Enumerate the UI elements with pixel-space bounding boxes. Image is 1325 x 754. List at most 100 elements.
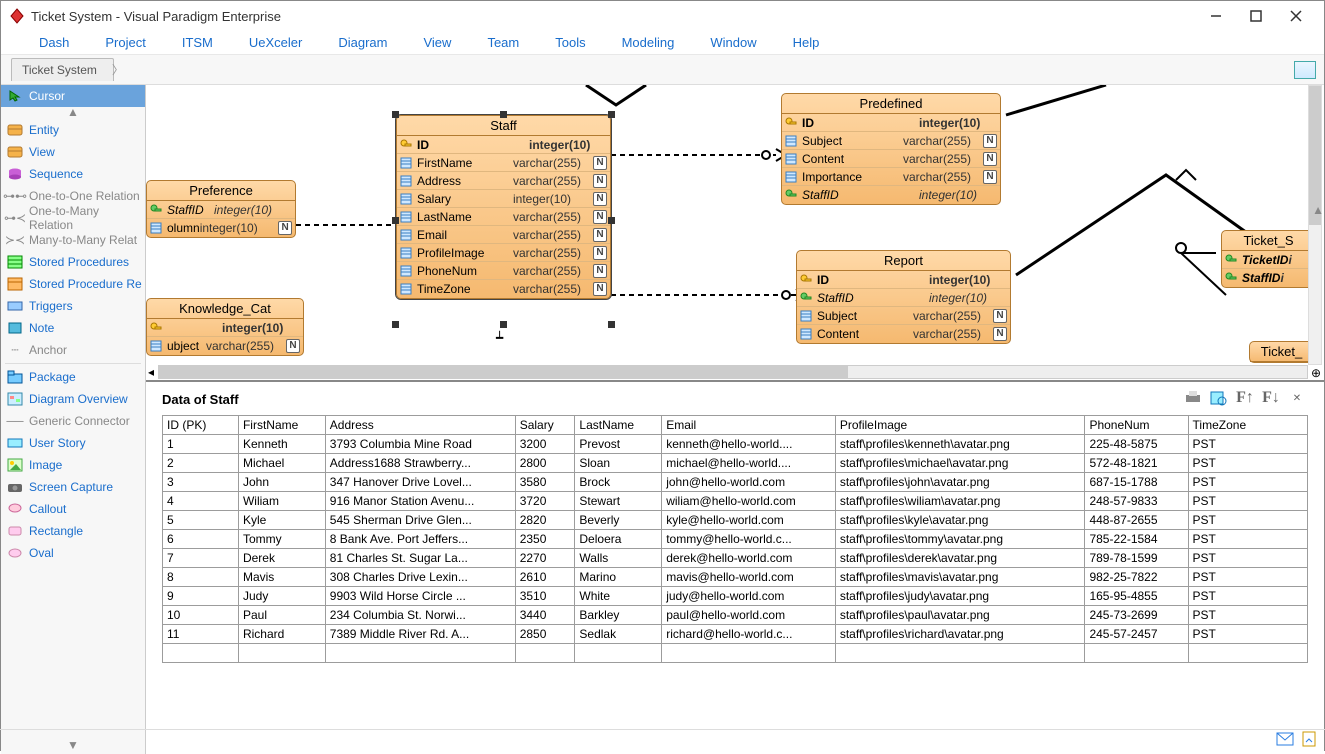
table-header[interactable]: TimeZone bbox=[1188, 416, 1307, 435]
entity-ticket2[interactable]: Ticket_ bbox=[1249, 341, 1314, 363]
table-row[interactable]: 10Paul234 Columbia St. Norwi...3440Barkl… bbox=[163, 606, 1308, 625]
entity-column[interactable]: Emailvarchar(255)N bbox=[397, 226, 610, 244]
tool-many-to-many[interactable]: ≻≺Many-to-Many Relat bbox=[1, 229, 145, 251]
entity-column[interactable]: TicketIDi bbox=[1222, 251, 1315, 269]
table-header[interactable]: Salary bbox=[515, 416, 575, 435]
tool-generic-connector[interactable]: ──Generic Connector bbox=[1, 410, 145, 432]
table-row[interactable]: 6Tommy8 Bank Ave. Port Jeffers...2350Del… bbox=[163, 530, 1308, 549]
tool-diagram-overview[interactable]: Diagram Overview bbox=[1, 388, 145, 410]
menu-view[interactable]: View bbox=[405, 33, 469, 52]
tool-note[interactable]: Note bbox=[1, 317, 145, 339]
entity-column[interactable]: StaffIDinteger(10) bbox=[147, 201, 295, 219]
tool-sequence[interactable]: Sequence bbox=[1, 163, 145, 185]
menu-dash[interactable]: Dash bbox=[21, 33, 87, 52]
table-header[interactable]: PhoneNum bbox=[1085, 416, 1188, 435]
table-row[interactable]: 7Derek81 Charles St. Sugar La...2270Wall… bbox=[163, 549, 1308, 568]
table-header[interactable]: ProfileImage bbox=[835, 416, 1085, 435]
close-panel-button[interactable]: ✕ bbox=[1286, 388, 1308, 408]
entity-staff[interactable]: StaffIDinteger(10)FirstNamevarchar(255)N… bbox=[396, 115, 611, 299]
menu-diagram[interactable]: Diagram bbox=[320, 33, 405, 52]
tool-stored-procedure-result[interactable]: Stored Procedure Re bbox=[1, 273, 145, 295]
tool-entity[interactable]: Entity bbox=[1, 119, 145, 141]
minimize-button[interactable] bbox=[1196, 2, 1236, 30]
doc-icon[interactable] bbox=[1303, 732, 1315, 749]
menu-window[interactable]: Window bbox=[692, 33, 774, 52]
tool-oval[interactable]: Oval bbox=[1, 542, 145, 564]
menu-itsm[interactable]: ITSM bbox=[164, 33, 231, 52]
entity-knowledge-cat[interactable]: Knowledge_Catinteger(10)ubjectvarchar(25… bbox=[146, 298, 304, 356]
entity-report[interactable]: ReportIDinteger(10)StaffIDinteger(10)Sub… bbox=[796, 250, 1011, 344]
tool-screen-capture[interactable]: Screen Capture bbox=[1, 476, 145, 498]
find-button[interactable] bbox=[1208, 388, 1230, 408]
entity-column[interactable]: IDinteger(10) bbox=[797, 271, 1010, 289]
menu-project[interactable]: Project bbox=[87, 33, 163, 52]
tool-rectangle[interactable]: Rectangle bbox=[1, 520, 145, 542]
entity-column[interactable]: Importancevarchar(255)N bbox=[782, 168, 1000, 186]
diagram-canvas[interactable]: PreferenceStaffIDinteger(10)olumninteger… bbox=[146, 85, 1324, 365]
entity-column[interactable]: ubjectvarchar(255)N bbox=[147, 337, 303, 355]
horizontal-scrollbar[interactable]: ◂ ⊕ bbox=[158, 365, 1308, 379]
table-row[interactable]: 11Richard7389 Middle River Rd. A...2850S… bbox=[163, 625, 1308, 644]
entity-column[interactable]: LastNamevarchar(255)N bbox=[397, 208, 610, 226]
tab-ticket-system[interactable]: Ticket System bbox=[11, 58, 114, 81]
close-button[interactable] bbox=[1276, 2, 1316, 30]
menu-uexceler[interactable]: UeXceler bbox=[231, 33, 320, 52]
table-row[interactable]: 3John347 Hanover Drive Lovel...3580Brock… bbox=[163, 473, 1308, 492]
sort-desc-button[interactable]: F↓ bbox=[1260, 388, 1282, 408]
tool-image[interactable]: Image bbox=[1, 454, 145, 476]
table-row[interactable]: 8Mavis308 Charles Drive Lexin...2610Mari… bbox=[163, 568, 1308, 587]
table-header[interactable]: FirstName bbox=[238, 416, 325, 435]
entity-column[interactable]: Addressvarchar(255)N bbox=[397, 172, 610, 190]
tool-user-story[interactable]: User Story bbox=[1, 432, 145, 454]
entity-ticket-s[interactable]: Ticket_STicketIDiStaffIDi bbox=[1221, 230, 1316, 288]
table-header[interactable]: Address bbox=[325, 416, 515, 435]
table-row[interactable]: 1Kenneth3793 Columbia Mine Road3200Prevo… bbox=[163, 435, 1308, 454]
entity-column[interactable]: IDinteger(10) bbox=[782, 114, 1000, 132]
tool-anchor[interactable]: ┄Anchor bbox=[1, 339, 145, 361]
entity-column[interactable]: FirstNamevarchar(255)N bbox=[397, 154, 610, 172]
menu-help[interactable]: Help bbox=[775, 33, 838, 52]
palette-collapse-up[interactable]: ▲ bbox=[1, 107, 145, 119]
maximize-button[interactable] bbox=[1236, 2, 1276, 30]
entity-column[interactable]: StaffIDi bbox=[1222, 269, 1315, 287]
entity-column[interactable]: Contentvarchar(255)N bbox=[782, 150, 1000, 168]
entity-column[interactable]: StaffIDinteger(10) bbox=[797, 289, 1010, 307]
table-row-empty[interactable] bbox=[163, 644, 1308, 663]
table-header[interactable]: ID (PK) bbox=[163, 416, 239, 435]
entity-column[interactable]: TimeZonevarchar(255)N bbox=[397, 280, 610, 298]
entity-column[interactable]: olumninteger(10)N bbox=[147, 219, 295, 237]
entity-column[interactable]: PhoneNumvarchar(255)N bbox=[397, 262, 610, 280]
table-header[interactable]: LastName bbox=[575, 416, 662, 435]
table-row[interactable]: 4Wiliam916 Manor Station Avenu...3720Ste… bbox=[163, 492, 1308, 511]
entity-predefined[interactable]: PredefinedIDinteger(10)Subjectvarchar(25… bbox=[781, 93, 1001, 205]
table-header[interactable]: Email bbox=[662, 416, 836, 435]
mail-icon[interactable] bbox=[1277, 733, 1293, 748]
entity-column[interactable]: Subjectvarchar(255)N bbox=[782, 132, 1000, 150]
entity-column[interactable]: integer(10) bbox=[147, 319, 303, 337]
table-row[interactable]: 2MichaelAddress1688 Strawberry...2800Slo… bbox=[163, 454, 1308, 473]
tool-triggers[interactable]: Triggers bbox=[1, 295, 145, 317]
tool-stored-procedures[interactable]: Stored Procedures bbox=[1, 251, 145, 273]
table-row[interactable]: 9Judy9903 Wild Horse Circle ...3510White… bbox=[163, 587, 1308, 606]
menu-tools[interactable]: Tools bbox=[537, 33, 603, 52]
entity-column[interactable]: IDinteger(10) bbox=[397, 136, 610, 154]
entity-column[interactable]: StaffIDinteger(10) bbox=[782, 186, 1000, 204]
panel-toggle-button[interactable] bbox=[1294, 61, 1316, 79]
menu-team[interactable]: Team bbox=[469, 33, 537, 52]
entity-column[interactable]: ProfileImagevarchar(255)N bbox=[397, 244, 610, 262]
entity-column[interactable]: Salaryinteger(10)N bbox=[397, 190, 610, 208]
table-row[interactable]: 5Kyle545 Sherman Drive Glen...2820Beverl… bbox=[163, 511, 1308, 530]
entity-column[interactable]: Subjectvarchar(255)N bbox=[797, 307, 1010, 325]
data-table[interactable]: ID (PK)FirstNameAddressSalaryLastNameEma… bbox=[162, 415, 1308, 663]
tool-view[interactable]: View bbox=[1, 141, 145, 163]
tool-one-to-many[interactable]: ⊶≺One-to-Many Relation bbox=[1, 207, 145, 229]
menu-modeling[interactable]: Modeling bbox=[604, 33, 693, 52]
tool-cursor[interactable]: Cursor bbox=[1, 85, 145, 107]
vertical-scrollbar[interactable] bbox=[1308, 85, 1322, 365]
tool-callout[interactable]: Callout bbox=[1, 498, 145, 520]
entity-column[interactable]: Contentvarchar(255)N bbox=[797, 325, 1010, 343]
tool-package[interactable]: Package bbox=[1, 366, 145, 388]
sort-asc-button[interactable]: F↑ bbox=[1234, 388, 1256, 408]
print-button[interactable] bbox=[1182, 388, 1204, 408]
entity-preference[interactable]: PreferenceStaffIDinteger(10)olumninteger… bbox=[146, 180, 296, 238]
